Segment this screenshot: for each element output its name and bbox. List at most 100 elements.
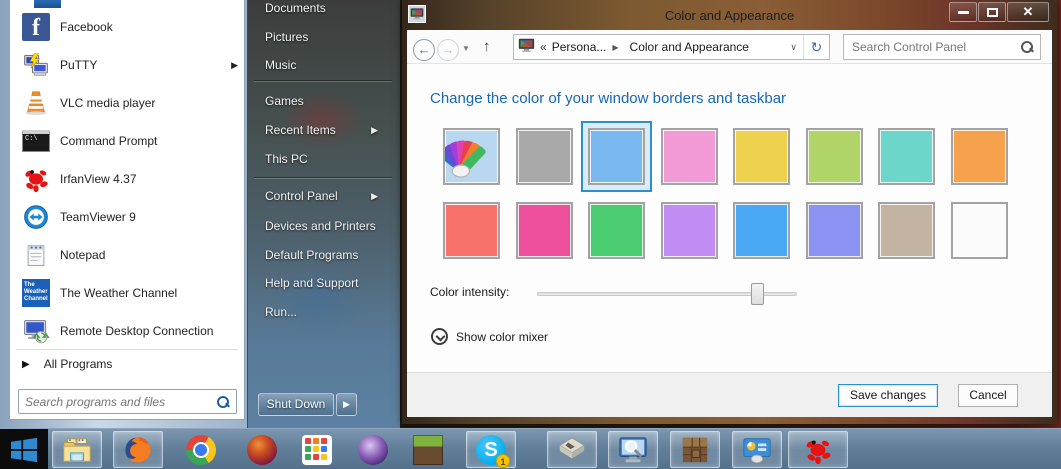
taskbar-item-irfanview[interactable] bbox=[788, 431, 848, 468]
start-menu-item-notepad[interactable]: Notepad bbox=[14, 236, 240, 274]
address-dropdown-icon[interactable] bbox=[783, 42, 803, 53]
search-icon[interactable] bbox=[1020, 40, 1034, 54]
weather-channel-icon: The Weather Channel bbox=[20, 277, 52, 309]
breadcrumb-overflow-icon[interactable] bbox=[540, 40, 547, 54]
control-panel-search-box bbox=[843, 34, 1041, 60]
start-menu-item-command-prompt[interactable]: C:\ Command Prompt bbox=[14, 122, 240, 160]
save-changes-button[interactable]: Save changes bbox=[838, 384, 938, 407]
menu-item-run[interactable]: Run... bbox=[252, 300, 384, 324]
menu-item-pictures[interactable]: Pictures bbox=[252, 25, 384, 49]
history-dropdown-icon[interactable] bbox=[462, 44, 470, 53]
refresh-button[interactable] bbox=[803, 35, 829, 59]
taskbar-item-chrome[interactable] bbox=[176, 431, 226, 468]
close-button[interactable]: ✕ bbox=[1007, 2, 1049, 22]
submenu-arrow-icon bbox=[371, 191, 378, 201]
start-menu-item-facebook[interactable]: f Facebook bbox=[14, 8, 240, 46]
cancel-button[interactable]: Cancel bbox=[958, 384, 1018, 407]
menu-item-help-support[interactable]: Help and Support bbox=[252, 271, 384, 295]
start-menu-item-remote-desktop[interactable]: Remote Desktop Connection bbox=[14, 312, 240, 350]
shut-down-options-arrow[interactable] bbox=[336, 393, 357, 416]
firefox-aurora-icon bbox=[247, 435, 277, 465]
start-menu-item-teamviewer[interactable]: TeamViewer 9 bbox=[14, 198, 240, 236]
menu-item-default-programs[interactable]: Default Programs bbox=[252, 243, 384, 267]
window-icon bbox=[408, 5, 426, 23]
command-prompt-icon: C:\ bbox=[20, 125, 52, 157]
color-appearance-window: Color and Appearance ✕ Persona... bbox=[402, 0, 1057, 424]
start-search-input[interactable] bbox=[19, 395, 216, 409]
shut-down-button[interactable]: Shut Down bbox=[258, 393, 334, 416]
swatch-magenta[interactable] bbox=[516, 202, 573, 259]
menu-item-documents[interactable]: Documents bbox=[252, 0, 384, 20]
swatch-green[interactable] bbox=[806, 128, 863, 185]
chevron-down-circle-icon[interactable] bbox=[431, 328, 448, 345]
swatch-violet[interactable] bbox=[661, 202, 718, 259]
address-bar[interactable]: Persona... Color and Appearance bbox=[513, 34, 830, 60]
taskbar-item-app-grid[interactable] bbox=[292, 431, 342, 468]
minimize-button[interactable] bbox=[949, 2, 977, 22]
chrome-icon bbox=[186, 435, 216, 465]
taskbar-item-firefox-aurora[interactable] bbox=[237, 431, 287, 468]
desktop: f Facebook PuTTY VLC media player C:\ Co… bbox=[0, 0, 1061, 469]
taskbar-item-eclipse[interactable] bbox=[348, 431, 398, 468]
maximize-button[interactable] bbox=[978, 2, 1006, 22]
swatch-red[interactable] bbox=[443, 202, 500, 259]
menu-item-games[interactable]: Games bbox=[252, 89, 384, 113]
intensity-slider-handle[interactable] bbox=[751, 283, 764, 305]
search-icon[interactable] bbox=[216, 395, 230, 409]
taskbar-item-firefox[interactable] bbox=[113, 431, 163, 468]
notepad-icon bbox=[20, 239, 52, 271]
all-programs[interactable]: All Programs bbox=[14, 350, 240, 378]
screen-search-icon bbox=[618, 435, 648, 465]
swatch-yellow[interactable] bbox=[733, 128, 790, 185]
swatch-automatic[interactable] bbox=[443, 128, 500, 185]
taskbar-item-screen-search[interactable] bbox=[608, 431, 658, 468]
taskbar-item-crafting-table[interactable] bbox=[670, 431, 720, 468]
forward-button[interactable] bbox=[437, 39, 459, 61]
swatch-periwinkle[interactable] bbox=[806, 202, 863, 259]
title-bar[interactable]: Color and Appearance ✕ bbox=[402, 0, 1057, 30]
page-heading: Change the color of your window borders … bbox=[430, 90, 786, 107]
control-panel-search-input[interactable] bbox=[844, 40, 1020, 54]
start-menu-item-putty[interactable]: PuTTY bbox=[14, 46, 240, 84]
swatch-blue[interactable] bbox=[733, 202, 790, 259]
menu-item-recent-items[interactable]: Recent Items bbox=[252, 118, 384, 142]
swatch-gray[interactable] bbox=[516, 128, 573, 185]
taskbar-item-skype[interactable]: S1 bbox=[466, 431, 516, 468]
irfanview-icon bbox=[20, 163, 52, 195]
menu-divider bbox=[254, 80, 392, 82]
up-button[interactable] bbox=[483, 38, 491, 55]
swatch-pink[interactable] bbox=[661, 128, 718, 185]
swatch-taupe[interactable] bbox=[878, 202, 935, 259]
menu-item-music[interactable]: Music bbox=[252, 53, 384, 77]
color-intensity-slider[interactable] bbox=[537, 282, 797, 306]
start-menu-item-vlc[interactable]: VLC media player bbox=[14, 84, 240, 122]
swatch-white[interactable] bbox=[951, 202, 1008, 259]
breadcrumb-parent[interactable]: Persona... bbox=[552, 40, 607, 54]
menu-item-control-panel[interactable]: Control Panel bbox=[252, 184, 384, 208]
sweet-home-3d-icon bbox=[557, 435, 587, 465]
windows-logo-icon bbox=[9, 437, 39, 463]
submenu-arrow-icon bbox=[371, 125, 378, 135]
taskbar-item-sweet-home-3d[interactable] bbox=[547, 431, 597, 468]
swatch-sky-blue[interactable] bbox=[588, 128, 645, 185]
start-menu-item-irfanview[interactable]: IrfanView 4.37 bbox=[14, 160, 240, 198]
vlc-icon bbox=[20, 87, 52, 119]
breadcrumb-separator-icon[interactable] bbox=[612, 43, 618, 52]
swatch-emerald[interactable] bbox=[588, 202, 645, 259]
navigation-toolbar: Persona... Color and Appearance bbox=[407, 30, 1052, 64]
window-body: Persona... Color and Appearance Change t… bbox=[407, 30, 1052, 417]
taskbar-item-file-explorer[interactable] bbox=[52, 431, 102, 468]
breadcrumb-current[interactable]: Color and Appearance bbox=[630, 40, 749, 54]
swatch-orange[interactable] bbox=[951, 128, 1008, 185]
notification-badge: 1 bbox=[496, 454, 510, 468]
back-button[interactable] bbox=[413, 39, 435, 61]
taskbar-item-minecraft[interactable] bbox=[403, 431, 453, 468]
menu-item-devices-printers[interactable]: Devices and Printers bbox=[252, 214, 384, 238]
start-menu-item-weather-channel[interactable]: The Weather Channel The Weather Channel bbox=[14, 274, 240, 312]
show-color-mixer[interactable]: Show color mixer bbox=[431, 328, 548, 345]
start-button[interactable] bbox=[0, 429, 48, 469]
menu-item-this-pc[interactable]: This PC bbox=[252, 147, 384, 171]
taskbar-item-display-settings[interactable] bbox=[732, 431, 782, 468]
swatch-turquoise[interactable] bbox=[878, 128, 935, 185]
menu-divider bbox=[254, 177, 392, 179]
